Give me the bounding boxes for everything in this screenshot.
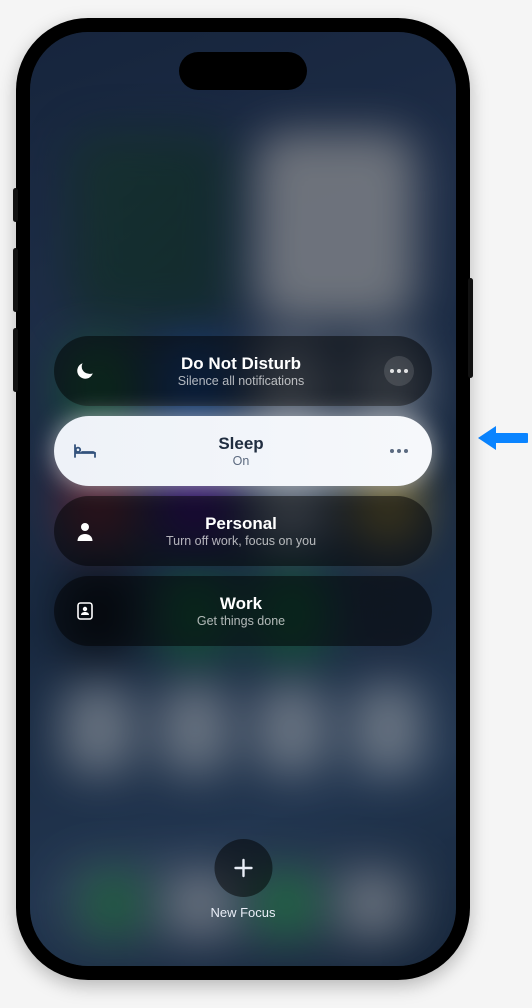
focus-subtitle: Silence all notifications [98, 374, 384, 388]
focus-menu: Do Not Disturb Silence all notifications… [54, 336, 432, 646]
phone-volume-up [13, 248, 18, 312]
plus-icon [214, 839, 272, 897]
more-options-button[interactable] [384, 356, 414, 386]
bed-icon [72, 443, 98, 459]
focus-title: Do Not Disturb [98, 354, 384, 374]
focus-row-sleep[interactable]: Sleep On [54, 416, 432, 486]
focus-row-dnd[interactable]: Do Not Disturb Silence all notifications [54, 336, 432, 406]
focus-subtitle: On [98, 454, 384, 468]
phone-switch [13, 188, 18, 222]
phone-side-button [468, 278, 473, 378]
phone-screen: Do Not Disturb Silence all notifications… [30, 32, 456, 966]
focus-row-work[interactable]: Work Get things done [54, 576, 432, 646]
person-icon [72, 521, 98, 541]
focus-title: Work [98, 594, 384, 614]
phone-volume-down [13, 328, 18, 392]
focus-subtitle: Turn off work, focus on you [98, 534, 384, 548]
focus-subtitle: Get things done [98, 614, 384, 628]
new-focus-label: New Focus [210, 905, 275, 920]
focus-title: Personal [98, 514, 384, 534]
callout-arrow [476, 420, 528, 456]
moon-icon [72, 361, 98, 381]
more-options-button[interactable] [384, 436, 414, 466]
iphone-frame: Do Not Disturb Silence all notifications… [16, 18, 470, 980]
badge-icon [72, 601, 98, 621]
dynamic-island [179, 52, 307, 90]
new-focus-button[interactable]: New Focus [210, 839, 275, 920]
focus-row-personal[interactable]: Personal Turn off work, focus on you [54, 496, 432, 566]
focus-title: Sleep [98, 434, 384, 454]
